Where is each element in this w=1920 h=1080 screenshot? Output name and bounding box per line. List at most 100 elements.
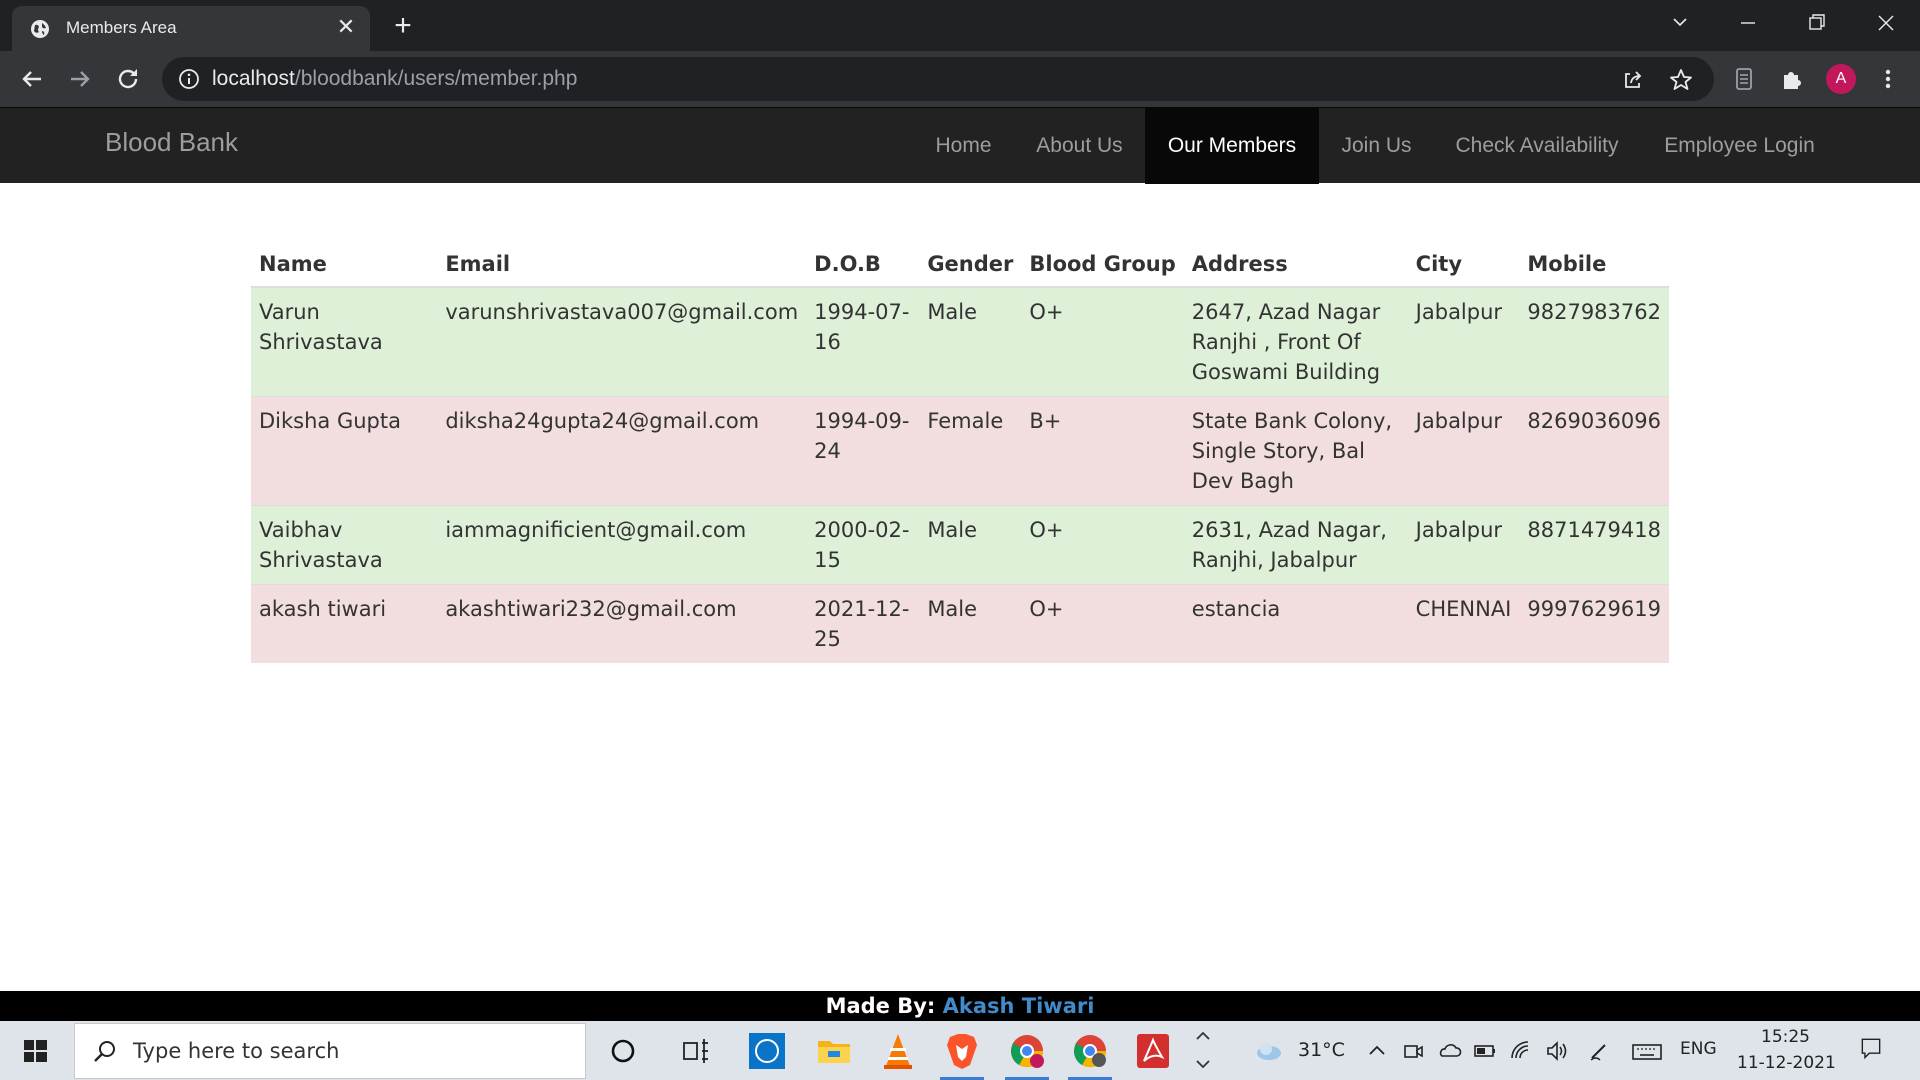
acrobat-icon[interactable] (1131, 1029, 1175, 1073)
footer-author-link[interactable]: Akash Tiwari (943, 994, 1095, 1018)
cell-mobile: 9827983762 (1519, 286, 1669, 397)
nav-our-members[interactable]: Our Members (1145, 108, 1319, 184)
header-dob: D.O.B (806, 244, 920, 288)
vlc-icon[interactable] (876, 1029, 920, 1073)
cell-name: Vaibhav Shrivastava (251, 505, 438, 585)
battery-icon[interactable] (1472, 1038, 1498, 1064)
header-gender: Gender (919, 244, 1022, 288)
nav-home[interactable]: Home (913, 108, 1014, 184)
cell-name: Varun Shrivastava (251, 286, 438, 397)
profile-avatar[interactable]: A (1826, 64, 1856, 94)
chrome-icon (1073, 1035, 1107, 1068)
pen-icon[interactable] (1586, 1038, 1612, 1064)
cell-gender: Female (919, 396, 1022, 506)
task-view-icon[interactable] (674, 1029, 718, 1073)
nav-employee-login[interactable]: Employee Login (1640, 108, 1839, 184)
brave-browser-app[interactable] (940, 1029, 984, 1080)
back-icon[interactable] (16, 63, 48, 95)
nav-about-us[interactable]: About Us (1014, 108, 1145, 184)
share-icon[interactable] (1620, 67, 1646, 93)
header-city: City (1407, 244, 1520, 288)
cell-mobile: 8269036096 (1519, 396, 1669, 506)
site-footer: Made By: Akash Tiwari (0, 991, 1920, 1021)
globe-icon (31, 20, 49, 38)
footer-prefix: Made By: (825, 994, 936, 1018)
cell-address: 2647, Azad Nagar Ranjhi , Front Of Goswa… (1183, 286, 1408, 397)
cell-blood-group: B+ (1021, 396, 1184, 506)
weather-temperature[interactable]: 31°C (1298, 1039, 1345, 1061)
site-navbar: Blood Bank Home About Us Our Members Joi… (0, 107, 1920, 184)
header-mobile: Mobile (1519, 244, 1669, 288)
new-tab-button[interactable]: + (388, 11, 418, 42)
browser-tab[interactable]: Members Area ✕ (12, 6, 370, 51)
cell-address: estancia (1183, 584, 1408, 663)
url-text: localhost/bloodbank/users/member.php (212, 67, 577, 91)
header-name: Name (251, 244, 438, 288)
chrome-app[interactable] (1068, 1029, 1112, 1080)
members-table: Name Email D.O.B Gender Blood Group Addr… (251, 244, 1669, 663)
table-row: Varun Shrivastava varunshrivastava007@gm… (251, 286, 1669, 397)
onedrive-cloud-icon[interactable] (1436, 1038, 1462, 1064)
notifications-icon[interactable] (1856, 1035, 1886, 1061)
input-language[interactable]: ENG (1680, 1039, 1717, 1059)
table-row: Vaibhav Shrivastava iammagnificient@gmai… (251, 505, 1669, 585)
clock-time[interactable]: 15:25 (1761, 1027, 1810, 1047)
browser-toolbar: localhost/bloodbank/users/member.php A (0, 51, 1920, 107)
dell-app-icon[interactable] (745, 1029, 789, 1073)
camera-icon[interactable] (1400, 1038, 1426, 1064)
cell-blood-group: O+ (1021, 286, 1184, 397)
table-row: Diksha Gupta diksha24gupta24@gmail.com 1… (251, 396, 1669, 506)
keyboard-icon[interactable] (1630, 1038, 1664, 1064)
cell-gender: Male (919, 584, 1022, 663)
forward-icon[interactable] (64, 63, 96, 95)
clock-date[interactable]: 11-12-2021 (1737, 1053, 1836, 1073)
overflow-chevron-icon[interactable] (1188, 1029, 1218, 1073)
cell-city: Jabalpur (1407, 286, 1520, 397)
reload-icon[interactable] (112, 63, 144, 95)
cortana-icon[interactable] (601, 1029, 645, 1073)
cell-dob: 2021-12-25 (806, 584, 920, 663)
cell-city: Jabalpur (1407, 505, 1520, 585)
windows-taskbar: Type here to search 31°C ENG 15:25 11-12… (0, 1021, 1920, 1080)
weather-cloud-icon[interactable] (1254, 1038, 1284, 1064)
minimize-icon[interactable] (1728, 8, 1768, 38)
reading-list-icon[interactable] (1730, 65, 1758, 93)
browser-tabstrip: Members Area ✕ + (0, 0, 1920, 51)
close-window-icon[interactable] (1866, 8, 1906, 38)
cell-blood-group: O+ (1021, 584, 1184, 663)
url-path: /bloodbank/users/member.php (294, 67, 578, 90)
header-email: Email (437, 244, 807, 288)
chrome-profile-app[interactable] (1005, 1029, 1049, 1080)
cell-email: iammagnificient@gmail.com (437, 505, 807, 585)
chevron-up-icon[interactable] (1364, 1038, 1390, 1064)
cell-dob: 2000-02-15 (806, 505, 920, 585)
cell-gender: Male (919, 505, 1022, 585)
cell-blood-group: O+ (1021, 505, 1184, 585)
nav-check-availability[interactable]: Check Availability (1434, 108, 1640, 184)
address-bar[interactable]: localhost/bloodbank/users/member.php (162, 57, 1714, 101)
brand-link[interactable]: Blood Bank (105, 127, 238, 158)
menu-dots-icon[interactable] (1874, 65, 1902, 93)
cell-dob: 1994-07-16 (806, 286, 920, 397)
extensions-icon[interactable] (1778, 65, 1806, 93)
tab-search-icon[interactable] (1660, 8, 1700, 38)
cell-mobile: 9997629619 (1519, 584, 1669, 663)
wifi-icon[interactable] (1508, 1038, 1534, 1064)
cell-name: akash tiwari (251, 584, 438, 663)
taskbar-search-input[interactable]: Type here to search (74, 1023, 586, 1079)
site-info-icon[interactable] (178, 68, 200, 90)
windows-start-icon[interactable] (0, 1021, 72, 1080)
header-address: Address (1183, 244, 1408, 288)
bookmark-star-icon[interactable] (1668, 67, 1694, 93)
nav-join-us[interactable]: Join Us (1319, 108, 1434, 184)
cell-address: State Bank Colony, Single Story, Bal Dev… (1183, 396, 1408, 506)
restore-icon[interactable] (1796, 8, 1836, 38)
cell-dob: 1994-09-24 (806, 396, 920, 506)
volume-icon[interactable] (1544, 1038, 1570, 1064)
cell-email: diksha24gupta24@gmail.com (437, 396, 807, 506)
close-tab-icon[interactable]: ✕ (334, 16, 358, 40)
cell-email: varunshrivastava007@gmail.com (437, 286, 807, 397)
table-row: akash tiwari akashtiwari232@gmail.com 20… (251, 584, 1669, 663)
file-explorer-icon[interactable] (812, 1029, 856, 1073)
cell-city: CHENNAI (1407, 584, 1520, 663)
